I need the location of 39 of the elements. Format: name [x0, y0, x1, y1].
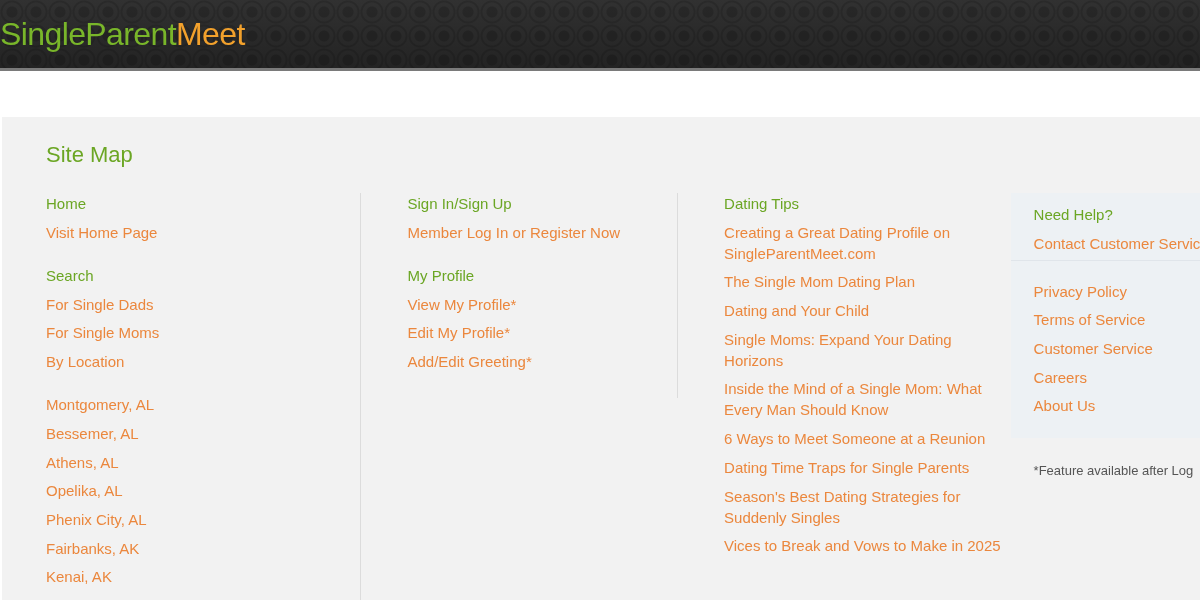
- sitemap-link[interactable]: Careers: [1033, 366, 1200, 388]
- sitemap-link[interactable]: Bessemer, AL: [46, 422, 361, 444]
- sitemap-link[interactable]: Add/Edit Greeting*: [407, 350, 678, 372]
- sitemap-link[interactable]: By Location: [46, 350, 361, 372]
- sitemap-link[interactable]: Vices to Break and Vows to Make in 2025: [724, 535, 1011, 557]
- sitemap-link[interactable]: For Single Dads: [46, 293, 361, 315]
- sitemap-link[interactable]: Customer Service: [1033, 338, 1200, 360]
- sitemap-link[interactable]: Edit My Profile*: [407, 322, 678, 344]
- section-heading: Dating Tips: [724, 194, 801, 214]
- section-heading: My Profile: [407, 265, 476, 286]
- sitemap-link[interactable]: Inside the Mind of a Single Mom: What Every Man Should Know: [724, 378, 1011, 421]
- section-heading: Search: [46, 265, 95, 286]
- sitemap-title: Site Map: [46, 142, 134, 168]
- sitemap-link[interactable]: Privacy Policy: [1033, 280, 1200, 302]
- sitemap-link[interactable]: Montgomery, AL: [46, 394, 361, 416]
- sitemap-link[interactable]: The Single Mom Dating Plan: [724, 271, 1011, 293]
- sitemap-link[interactable]: Member Log In or Register Now: [407, 221, 678, 243]
- sitemap-link[interactable]: Dating Time Traps for Single Parents: [724, 456, 1011, 478]
- sitemap-link[interactable]: Creating a Great Dating Profile on SingleParentMeet.com: [724, 221, 1011, 264]
- sitemap-link[interactable]: View My Profile*: [407, 293, 678, 315]
- sitemap-link[interactable]: Terms of Service: [1033, 309, 1200, 331]
- sitemap-link[interactable]: Visit Home Page: [46, 221, 361, 243]
- sitemap-link[interactable]: For Single Moms: [46, 322, 361, 344]
- sitemap-link[interactable]: Athens, AL: [46, 451, 361, 473]
- section-heading: Sign In/Sign Up: [407, 194, 513, 214]
- section-heading: Need Help?: [1033, 205, 1114, 225]
- sitemap-link[interactable]: Single Moms: Expand Your Dating Horizons: [724, 328, 1011, 371]
- sitemap-link[interactable]: Dating and Your Child: [724, 300, 1011, 322]
- sitemap-link[interactable]: 6 Ways to Meet Someone at a Reunion: [724, 428, 1011, 450]
- sitemap-link[interactable]: Fairbanks, AK: [46, 537, 361, 559]
- sitemap-link[interactable]: Season's Best Dating Strategies for Suddenly Singles: [724, 485, 1011, 528]
- sitemap-link[interactable]: Opelika, AL: [46, 480, 361, 502]
- footnote: *Feature available after Log: [1032, 462, 1195, 481]
- sitemap-link[interactable]: About Us: [1033, 395, 1200, 417]
- sitemap-link[interactable]: Contact Customer Servic: [1033, 232, 1200, 254]
- logo[interactable]: SingleParentMeet: [0, 18, 245, 50]
- sitemap-link[interactable]: Phenix City, AL: [46, 508, 361, 530]
- section-heading: Home: [46, 194, 87, 214]
- sitemap-link[interactable]: Kenai, AK: [46, 566, 361, 588]
